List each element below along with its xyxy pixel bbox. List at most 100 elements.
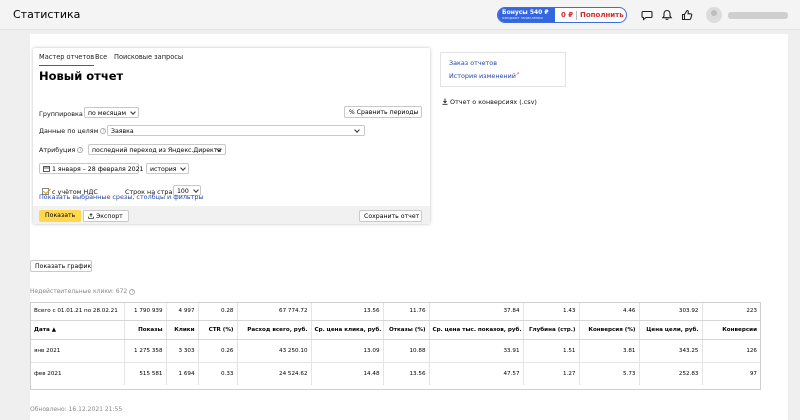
table-cell: 3.81	[579, 339, 640, 363]
show-chart-button[interactable]: Показать график	[30, 260, 92, 272]
bonus-subtitle: ожидают зачисления	[502, 16, 543, 20]
table-cell: 3 303	[166, 339, 199, 363]
goals-value: Заявка	[111, 128, 134, 135]
change-history-link[interactable]: История изменений↗	[449, 72, 520, 80]
order-reports-link[interactable]: Заказ отчетов	[449, 59, 497, 67]
tab-all[interactable]: Все	[95, 53, 107, 61]
bonus-badge[interactable]: Бонусы 540 ₽ ожидают зачисления	[498, 8, 555, 22]
table-cell: 343.25	[639, 339, 703, 363]
invalid-clicks-text: Недействительные клики: 672	[30, 288, 128, 295]
calendar-icon	[43, 166, 50, 172]
main-content: Мастер отчетов Все Поисковые запросы Нов…	[30, 34, 788, 420]
upload-icon	[88, 213, 94, 219]
balance-divider	[576, 11, 577, 20]
totals-cell: 13.56	[311, 303, 384, 321]
attribution-label-text: Атрибуция	[39, 146, 76, 154]
table-cell: 1 275 358	[124, 339, 167, 363]
thumbs-up-icon[interactable]	[681, 9, 693, 21]
table-cell: 24 524.62	[237, 362, 312, 385]
tab-report-wizard[interactable]: Мастер отчетов	[39, 53, 95, 66]
help-icon[interactable]: ?	[77, 147, 84, 153]
save-report-button[interactable]: Сохранить отчет	[359, 210, 422, 222]
table-cell: 13.09	[311, 339, 384, 363]
column-header[interactable]: Отказы (%)	[383, 320, 430, 340]
attribution-select[interactable]: последний переход из Яндекс.Директа	[88, 144, 226, 155]
table-cell: 13.56	[383, 362, 430, 385]
history-value: история	[150, 166, 177, 173]
column-header[interactable]: CTR (%)	[198, 320, 238, 340]
chat-icon[interactable]	[641, 9, 653, 21]
conversions-report-label: Отчет о конверсиях (.csv)	[450, 98, 537, 106]
column-header[interactable]: Показы	[124, 320, 167, 340]
bonus-balance-widget[interactable]: Бонусы 540 ₽ ожидают зачисления 0 ₽ Попо…	[497, 7, 627, 23]
bell-icon[interactable]	[661, 9, 673, 21]
username-placeholder[interactable]	[728, 12, 788, 19]
compare-periods-button[interactable]: % Сравнить периоды	[344, 106, 422, 118]
table-row: фев 2021 515 581 1 694 0.33 24 524.62 14…	[31, 362, 760, 385]
table-cell: 14.48	[311, 362, 384, 385]
goals-select[interactable]: Заявка	[107, 125, 365, 136]
account-balance: 0 ₽	[561, 11, 574, 19]
table-cell: 252.83	[639, 362, 703, 385]
avatar[interactable]	[706, 7, 722, 23]
chevron-down-icon	[130, 109, 136, 115]
report-builder-card: Мастер отчетов Все Поисковые запросы Нов…	[33, 48, 430, 224]
totals-cell: 37.84	[429, 303, 524, 321]
table-cell: 1.27	[523, 362, 580, 385]
change-history-text: История изменений	[449, 72, 516, 80]
totals-cell: 1 790 939	[124, 303, 167, 321]
totals-cell: 303.92	[639, 303, 703, 321]
column-header-date[interactable]: Дата ▲	[31, 320, 125, 340]
totals-cell: 1.43	[523, 303, 580, 321]
table-row: янв 2021 1 275 358 3 303 0.26 43 250.10 …	[31, 339, 760, 363]
totals-cell: 67 774.72	[237, 303, 312, 321]
table-cell: 47.57	[429, 362, 524, 385]
report-title: Новый отчет	[39, 69, 124, 83]
external-link-icon: ↗	[515, 72, 520, 77]
totals-cell: 4 997	[166, 303, 199, 321]
column-header[interactable]: Цена цели, руб.	[639, 320, 703, 340]
table-cell: 43 250.10	[237, 339, 312, 363]
totals-row: Всего с 01.01.21 по 28.02.21 1 790 939 4…	[31, 303, 760, 321]
column-header[interactable]: Ср. цена тыс. показов, руб.	[429, 320, 524, 340]
help-icon[interactable]: ?	[129, 288, 136, 295]
help-icon[interactable]: ?	[100, 128, 107, 134]
invalid-clicks-info: Недействительные клики: 672?	[30, 288, 136, 295]
column-header[interactable]: Расход всего, руб.	[237, 320, 312, 340]
export-button[interactable]: Экспорт	[83, 210, 129, 222]
date-range-picker[interactable]: 1 января – 28 февраля 2021	[39, 163, 143, 174]
column-header[interactable]: Конверсии	[702, 320, 760, 340]
table-cell: 0.33	[198, 362, 238, 385]
show-report-button[interactable]: Показать	[39, 210, 82, 222]
show-slices-link[interactable]: Показать выбранные срезы, столбцы и филь…	[39, 193, 204, 201]
compare-periods-label: Сравнить периоды	[356, 109, 419, 116]
table-cell: 33.91	[429, 339, 524, 363]
chevron-down-icon	[180, 165, 186, 171]
table-cell: 5.73	[579, 362, 640, 385]
history-select[interactable]: история	[146, 163, 189, 174]
table-cell: 97	[749, 370, 757, 377]
column-header[interactable]: Ср. цена клика, руб.	[311, 320, 384, 340]
bonus-title: Бонусы 540 ₽	[502, 9, 549, 16]
column-header[interactable]: Клики	[166, 320, 199, 340]
goals-label-text: Данные по целям	[39, 127, 99, 135]
grouping-label: Группировка	[39, 110, 83, 118]
grouping-select[interactable]: по месяцам	[84, 107, 139, 118]
table-cell: 1.51	[523, 339, 580, 363]
topup-link[interactable]: Пополнить	[580, 11, 624, 19]
updated-timestamp: Обновлено: 16.12.2021 21:55	[30, 406, 123, 413]
chevron-down-icon	[193, 187, 199, 193]
table-cell: янв 2021	[31, 339, 125, 363]
page-title: Статистика	[13, 8, 81, 21]
tab-search-queries[interactable]: Поисковые запросы	[114, 53, 183, 61]
table-cell: 10.88	[383, 339, 430, 363]
chevron-down-icon	[354, 127, 360, 133]
attribution-label: Атрибуция?	[39, 146, 84, 154]
column-header[interactable]: Конверсия (%)	[579, 320, 640, 340]
conversions-report-link[interactable]: Отчет о конверсиях (.csv)	[442, 98, 537, 106]
table-cell: 515 581	[124, 362, 167, 385]
table-cell: 0.26	[198, 339, 238, 363]
statistics-table: Всего с 01.01.21 по 28.02.21 1 790 939 4…	[30, 302, 761, 390]
column-header[interactable]: Глубина (стр.)	[523, 320, 580, 340]
table-header-row: Дата ▲ Показы Клики CTR (%) Расход всего…	[31, 320, 760, 340]
